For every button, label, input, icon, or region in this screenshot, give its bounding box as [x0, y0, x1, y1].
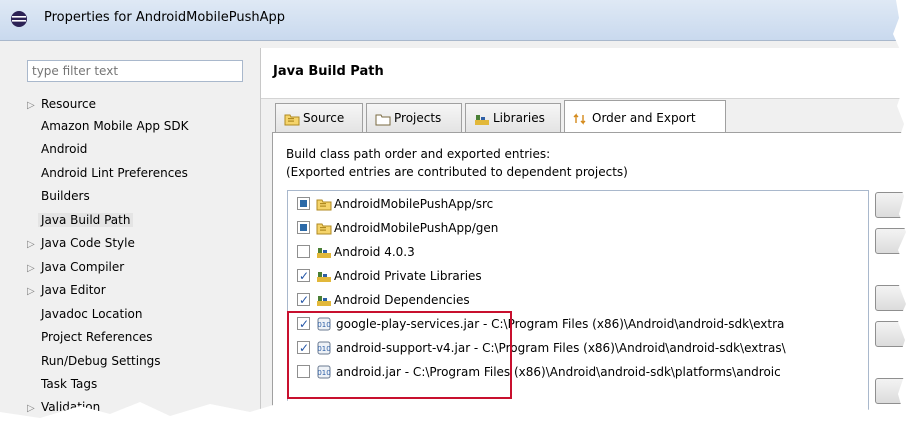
- source-folder-icon: [316, 223, 332, 235]
- tree-item-java-compiler[interactable]: ▷ Java Compiler: [27, 257, 124, 277]
- export-checkbox[interactable]: [297, 289, 310, 311]
- page-title: Java Build Path: [273, 64, 384, 79]
- jar-icon: 010: [317, 341, 331, 355]
- source-folder-icon: [316, 199, 332, 211]
- svg-text:010: 010: [317, 369, 330, 377]
- property-tree: ▷ Resource Amazon Mobile App SDK Android …: [27, 94, 259, 424]
- svg-text:010: 010: [317, 345, 330, 353]
- properties-window: Properties for AndroidMobilePushApp ▷Res…: [0, 0, 912, 427]
- expand-arrow-icon[interactable]: ▷: [27, 235, 41, 255]
- expand-arrow-icon[interactable]: ▷: [27, 259, 41, 279]
- tree-item-android-lint-preferences[interactable]: Android Lint Preferences: [41, 163, 188, 183]
- pane-divider[interactable]: [260, 48, 261, 427]
- tree-item-java-build-path[interactable]: Java Build Path: [38, 210, 134, 230]
- expand-arrow-icon[interactable]: ▷: [27, 282, 41, 302]
- svg-text:010: 010: [317, 321, 330, 329]
- export-checkbox[interactable]: [297, 197, 310, 210]
- library-icon: [317, 272, 331, 282]
- expand-arrow-icon[interactable]: ▷: [27, 96, 41, 116]
- tab-projects[interactable]: Projects: [366, 103, 462, 133]
- tree-item-project-references[interactable]: Project References: [41, 327, 153, 347]
- tree-item-java-editor[interactable]: ▷ Java Editor: [27, 280, 106, 300]
- tree-item-android[interactable]: Android: [41, 139, 87, 159]
- up-button[interactable]: [875, 192, 912, 218]
- tree-item-validation[interactable]: ▷ Validation: [27, 397, 100, 417]
- export-checkbox[interactable]: [297, 245, 310, 258]
- tab-order-and-export[interactable]: Order and Export: [564, 100, 726, 133]
- eclipse-icon: [11, 11, 27, 27]
- tree-item-java-code-style[interactable]: ▷ Java Code Style: [27, 233, 135, 253]
- library-icon: [475, 114, 489, 125]
- tree-item-run-debug-settings[interactable]: Run/Debug Settings: [41, 351, 161, 371]
- select-all-button[interactable]: [875, 378, 912, 404]
- library-icon: [317, 248, 331, 258]
- order-export-panel: Build class path order and exported entr…: [272, 132, 912, 427]
- export-checkbox[interactable]: [297, 221, 310, 234]
- down-button[interactable]: [875, 228, 912, 254]
- tree-item-task-tags[interactable]: Task Tags: [41, 374, 97, 394]
- tab-source[interactable]: Source: [275, 103, 363, 133]
- bottom-button[interactable]: [875, 321, 912, 347]
- export-checkbox[interactable]: [297, 313, 310, 335]
- project-folder-icon: [375, 114, 391, 125]
- tab-libraries[interactable]: Libraries: [465, 103, 561, 133]
- export-checkbox[interactable]: [297, 365, 310, 378]
- tree-item-amazon-mobile-app-sdk[interactable]: Amazon Mobile App SDK: [41, 116, 188, 136]
- classpath-entry-list: AndroidMobilePushApp/src AndroidMobilePu…: [287, 190, 869, 427]
- jar-icon: 010: [317, 317, 331, 331]
- jar-icon: 010: [317, 365, 331, 379]
- order-export-icon: [573, 112, 586, 125]
- tree-item-resource[interactable]: ▷ Resource: [27, 94, 96, 114]
- export-checkbox[interactable]: [297, 337, 310, 359]
- window-title: Properties for AndroidMobilePushApp: [44, 10, 286, 25]
- source-folder-icon: [284, 114, 300, 125]
- title-bar: Properties for AndroidMobilePushApp: [0, 0, 912, 41]
- page-header: Java Build Path: [261, 48, 912, 99]
- tree-item-builders[interactable]: Builders: [41, 186, 90, 206]
- tree-item-javadoc-location[interactable]: Javadoc Location: [41, 304, 142, 324]
- panel-description: Build class path order and exported entr…: [286, 147, 628, 179]
- filter-input[interactable]: [27, 60, 243, 82]
- expand-arrow-icon[interactable]: ▷: [27, 399, 41, 419]
- export-checkbox[interactable]: [297, 265, 310, 287]
- top-button[interactable]: [875, 285, 912, 311]
- library-icon: [317, 296, 331, 306]
